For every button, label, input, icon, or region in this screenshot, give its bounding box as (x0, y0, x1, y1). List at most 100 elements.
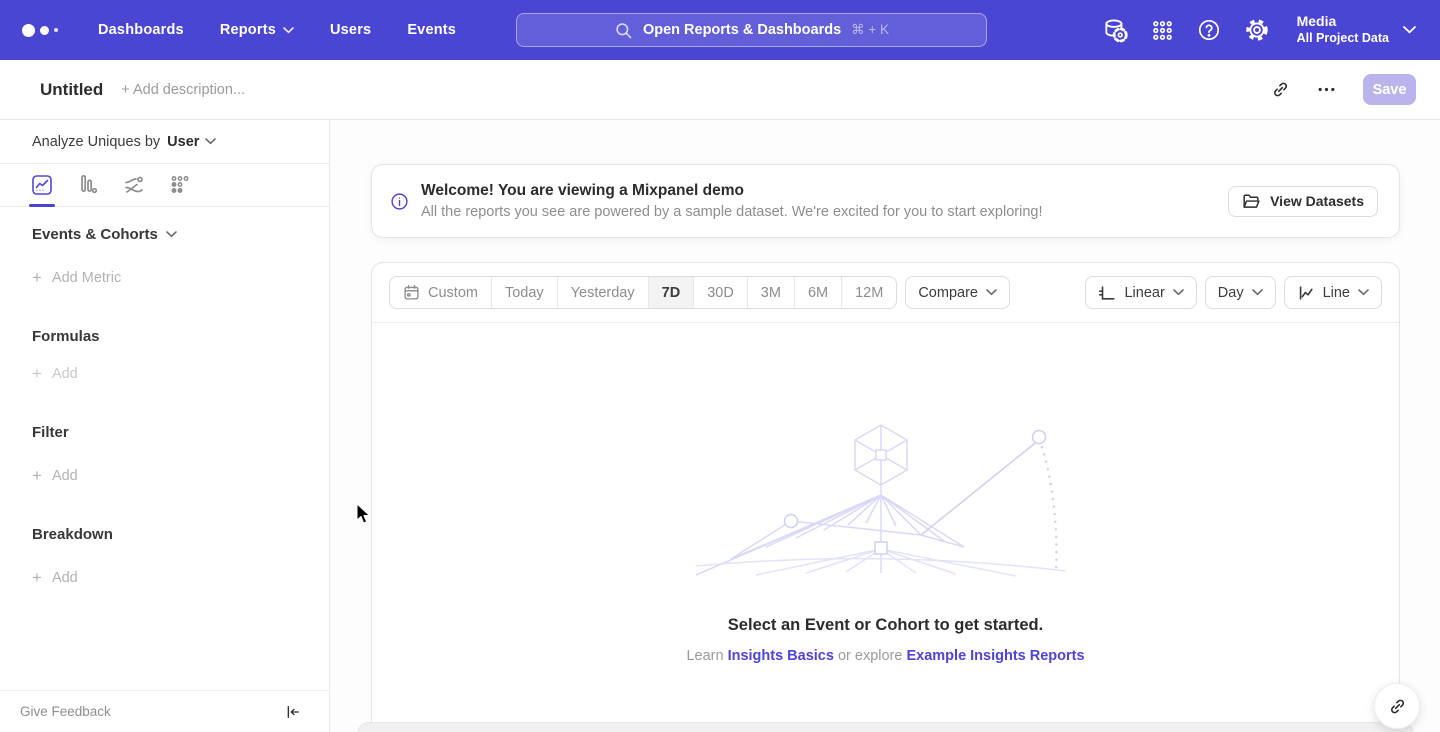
sidebar-footer: Give Feedback (0, 690, 329, 732)
add-breakdown-button[interactable]: + Add (32, 568, 78, 588)
date-range-selector: Custom Today Yesterday 7D 30D 3M 6M 12M (389, 276, 897, 309)
settings-gear-icon[interactable] (1244, 17, 1270, 43)
empty-state-links: Learn Insights Basics or explore Example… (686, 648, 1084, 664)
data-management-icon[interactable] (1102, 17, 1128, 43)
add-label: Add (52, 468, 78, 484)
help-icon[interactable] (1197, 18, 1221, 42)
bottom-table-peek[interactable] (357, 722, 1414, 732)
chart-type-dropdown[interactable]: Line (1284, 276, 1382, 309)
report-description-placeholder[interactable]: + Add description... (121, 82, 245, 98)
interval-dropdown[interactable]: Day (1205, 276, 1276, 309)
example-insights-reports-link[interactable]: Example Insights Reports (906, 648, 1084, 664)
logo-dot (54, 28, 58, 32)
range-today[interactable]: Today (491, 277, 557, 308)
banner-title: Welcome! You are viewing a Mixpanel demo (421, 182, 1043, 200)
add-filter-button[interactable]: + Add (32, 466, 78, 486)
nav-links: Dashboards Reports Users Events (98, 22, 456, 38)
global-search[interactable]: Open Reports & Dashboards ⌘ + K (516, 13, 987, 47)
empty-state-title: Select an Event or Cohort to get started… (728, 616, 1043, 635)
range-3m[interactable]: 3M (747, 277, 794, 308)
nav-item-events[interactable]: Events (407, 22, 456, 38)
breakdown-section-title: Breakdown (32, 526, 113, 543)
chevron-down-icon (986, 289, 997, 296)
report-title[interactable]: Untitled (40, 80, 103, 100)
range-custom[interactable]: Custom (390, 277, 491, 308)
project-switcher[interactable]: Media All Project Data (1297, 13, 1416, 46)
view-datasets-label: View Datasets (1270, 193, 1364, 209)
search-placeholder: Open Reports & Dashboards (643, 22, 841, 38)
range-7d[interactable]: 7D (648, 277, 694, 308)
empty-state-illustration (696, 423, 1076, 578)
welcome-banner: Welcome! You are viewing a Mixpanel demo… (371, 164, 1400, 238)
link-icon (1388, 697, 1407, 716)
view-datasets-button[interactable]: View Datasets (1228, 186, 1378, 217)
range-label: 3M (761, 285, 781, 301)
tab-flows[interactable] (123, 174, 145, 196)
insights-basics-link[interactable]: Insights Basics (728, 648, 834, 664)
tab-insights[interactable] (31, 174, 53, 196)
nav-item-reports[interactable]: Reports (220, 22, 294, 38)
events-cohorts-label: Events & Cohorts (32, 226, 158, 243)
empty-state: Select an Event or Cohort to get started… (372, 323, 1399, 732)
project-name: Media (1297, 13, 1389, 31)
report-panel: Custom Today Yesterday 7D 30D 3M 6M 12M … (371, 262, 1400, 732)
share-link-fab[interactable] (1374, 683, 1420, 729)
more-options-icon[interactable] (1317, 87, 1336, 92)
give-feedback-link[interactable]: Give Feedback (20, 704, 111, 719)
tab-funnels[interactable] (77, 174, 99, 196)
nav-item-dashboards[interactable]: Dashboards (98, 22, 184, 38)
search-shortcut: ⌘ + K (851, 22, 889, 38)
nav-item-label: Events (407, 22, 456, 38)
report-type-tabs (0, 164, 329, 207)
add-label: Add (52, 570, 78, 586)
chart-display-controls: Linear Day Line (1085, 276, 1382, 309)
add-formula-button[interactable]: + Add (32, 364, 78, 384)
chevron-down-icon (1173, 289, 1184, 296)
events-cohorts-section[interactable]: Events & Cohorts (32, 226, 177, 243)
analyze-by-dropdown[interactable]: User (167, 134, 216, 150)
scale-label: Linear (1124, 285, 1164, 301)
add-metric-button[interactable]: + Add Metric (32, 268, 121, 288)
range-label: 12M (855, 285, 883, 301)
filter-section-title: Filter (32, 424, 69, 441)
nav-item-users[interactable]: Users (330, 22, 371, 38)
compare-label: Compare (918, 285, 978, 301)
range-yesterday[interactable]: Yesterday (557, 277, 648, 308)
apps-grid-icon[interactable] (1151, 19, 1174, 42)
main-content: Welcome! You are viewing a Mixpanel demo… (330, 120, 1440, 732)
learn-prefix: Learn (686, 648, 723, 664)
range-label: 30D (707, 285, 734, 301)
chevron-down-icon (283, 27, 294, 34)
project-scope: All Project Data (1297, 31, 1389, 47)
add-label: Add (52, 366, 78, 382)
analyze-row: Analyze Uniques by User (0, 120, 329, 164)
save-button[interactable]: Save (1363, 74, 1416, 105)
compare-dropdown[interactable]: Compare (905, 276, 1010, 309)
tab-retention[interactable] (169, 174, 191, 196)
range-label: Yesterday (571, 285, 635, 301)
interval-label: Day (1218, 285, 1244, 301)
chart-type-label: Line (1323, 285, 1350, 301)
banner-subtitle: All the reports you see are powered by a… (421, 204, 1043, 220)
formulas-section-title: Formulas (32, 328, 100, 345)
range-12m[interactable]: 12M (841, 277, 896, 308)
analyze-by-value: User (167, 134, 199, 150)
linear-scale-icon (1098, 284, 1116, 302)
range-6m[interactable]: 6M (794, 277, 841, 308)
range-label: Today (505, 285, 544, 301)
logo-dot (40, 26, 49, 35)
report-header-actions: Save (1271, 74, 1416, 105)
mixpanel-logo[interactable] (22, 24, 62, 37)
top-navbar: Dashboards Reports Users Events Open Rep… (0, 0, 1440, 60)
add-metric-label: Add Metric (52, 270, 121, 286)
collapse-sidebar-icon[interactable] (285, 704, 301, 720)
chart-controls: Custom Today Yesterday 7D 30D 3M 6M 12M … (389, 276, 1382, 309)
copy-link-icon[interactable] (1271, 80, 1290, 99)
navbar-right: Media All Project Data (1102, 0, 1416, 60)
range-label: Custom (428, 285, 478, 301)
chevron-down-icon (1358, 289, 1369, 296)
nav-item-label: Dashboards (98, 22, 184, 38)
range-30d[interactable]: 30D (693, 277, 747, 308)
scale-dropdown[interactable]: Linear (1085, 276, 1196, 309)
plus-icon: + (32, 268, 42, 288)
